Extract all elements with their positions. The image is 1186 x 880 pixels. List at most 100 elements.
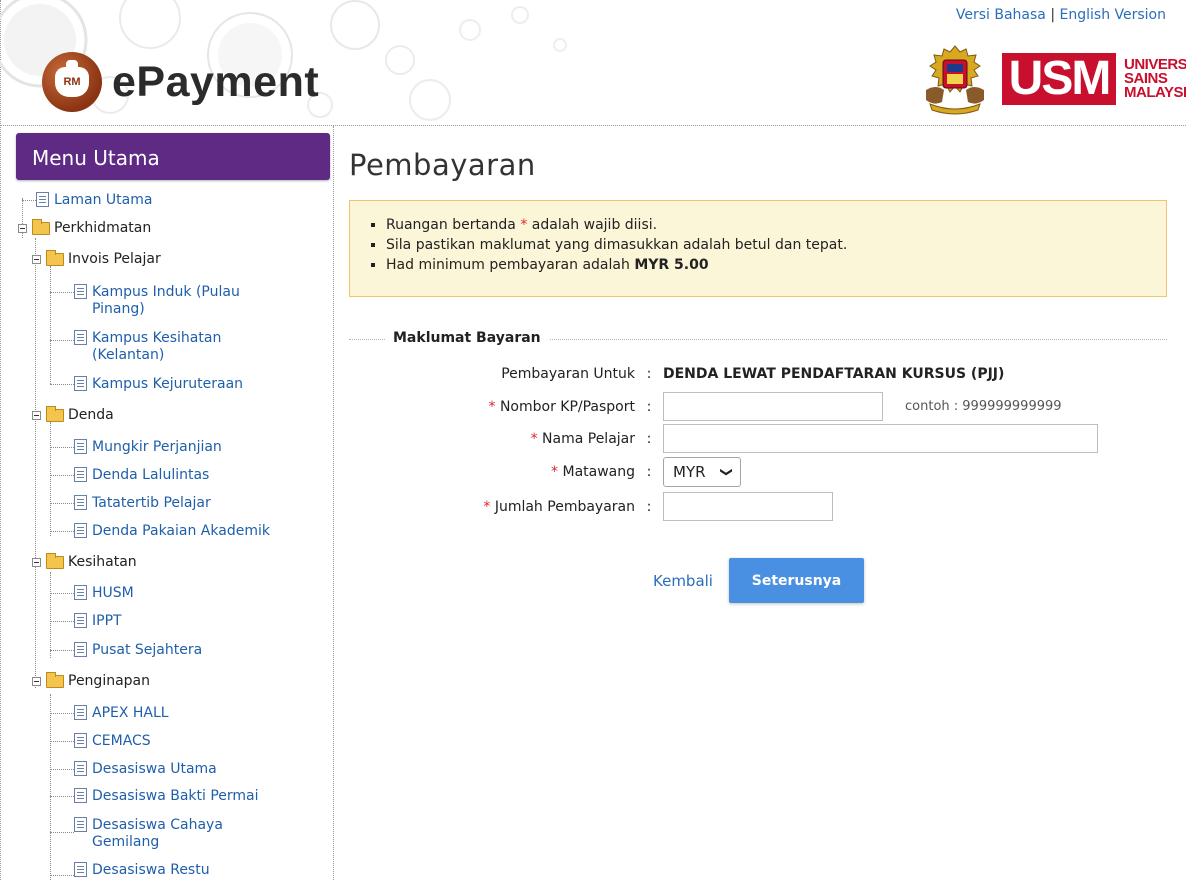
menu-link[interactable]: Desasiswa Cahaya Gemilang <box>92 817 223 851</box>
usm-mark: USM <box>1002 53 1116 105</box>
nama-pelajar-input[interactable] <box>663 424 1098 453</box>
menu-item-pusat-sejahtera[interactable]: Pusat Sejahtera <box>74 642 202 659</box>
menu-item-kampus-kesihatan[interactable]: Kampus Kesihatan (Kelantan) <box>74 330 221 364</box>
page-title: Pembayaran <box>349 148 536 182</box>
menu-link[interactable]: Denda Pakaian Akademik <box>92 523 270 540</box>
document-icon <box>74 376 87 391</box>
document-icon <box>74 705 87 720</box>
value-pembayaran-untuk: DENDA LEWAT PENDAFTARAN KURSUS (PJJ) <box>663 366 1005 382</box>
menu-item-desasiswa-restu[interactable]: Desasiswa Restu <box>74 862 210 879</box>
collapse-toggle-icon[interactable] <box>32 411 41 420</box>
notice-text: Ruangan bertanda <box>386 217 516 233</box>
site-header: RM ePayment Versi Bahasa | English Versi… <box>0 0 1186 126</box>
menu-group-label: Invois Pelajar <box>68 251 161 267</box>
menu-item-denda-pakaian-akademik[interactable]: Denda Pakaian Akademik <box>74 523 270 540</box>
matawang-selected: MYR <box>673 463 706 481</box>
required-star: * <box>551 464 559 480</box>
menu-group-denda[interactable]: Denda <box>32 406 114 424</box>
next-button[interactable]: Seterusnya <box>729 558 864 603</box>
menu-header: Menu Utama <box>16 133 330 180</box>
menu-item-ippt[interactable]: IPPT <box>74 613 122 630</box>
menu-link[interactable]: Laman Utama <box>54 192 152 209</box>
usm-logo[interactable]: USM UNIVERSITI SAINS MALAYSIA <box>916 40 1186 118</box>
collapse-toggle-icon[interactable] <box>32 255 41 264</box>
menu-link[interactable]: HUSM <box>92 585 134 602</box>
collapse-toggle-icon[interactable] <box>32 677 41 686</box>
label-matawang: * Matawang <box>335 464 635 480</box>
menu-item-desasiswa-bakti-permai[interactable]: Desasiswa Bakti Permai <box>74 788 259 805</box>
menu-link[interactable]: APEX HALL <box>92 705 169 722</box>
collapse-toggle-icon[interactable] <box>18 224 27 233</box>
label-text: Jumlah Pembayaran <box>494 498 635 515</box>
menu-group-kesihatan[interactable]: Kesihatan <box>32 553 137 571</box>
colon: : <box>646 366 652 382</box>
notice-accuracy: Sila pastikan maklumat yang dimasukkan a… <box>386 235 1166 255</box>
menu-item-apex-hall[interactable]: APEX HALL <box>74 705 169 722</box>
menu-group-invois-pelajar[interactable]: Invois Pelajar <box>32 250 161 268</box>
menu-link[interactable]: Desasiswa Restu <box>92 862 210 879</box>
menu-link[interactable]: Mungkir Perjanjian <box>92 439 222 456</box>
usm-line-3: MALAYSIA <box>1124 84 1186 101</box>
menu-link[interactable]: Tatatertib Pelajar <box>92 495 211 512</box>
menu-link[interactable]: Kampus Kesihatan (Kelantan) <box>92 330 221 364</box>
collapse-toggle-icon[interactable] <box>32 558 41 567</box>
menu-link[interactable]: CEMACS <box>92 733 151 750</box>
money-bag-icon: RM <box>42 52 102 112</box>
menu-group-penginapan[interactable]: Penginapan <box>32 672 150 690</box>
menu-item-husm[interactable]: HUSM <box>74 585 134 602</box>
notice-minimum: Had minimum pembayaran adalah MYR 5.00 <box>386 255 1166 275</box>
label-nombor-kp: * Nombor KP/Pasport <box>335 399 635 415</box>
back-button[interactable]: Kembali <box>653 572 713 590</box>
matawang-select[interactable]: MYR ❯ <box>663 457 741 487</box>
menu-item-desasiswa-utama[interactable]: Desasiswa Utama <box>74 761 217 778</box>
folder-open-icon <box>46 406 64 422</box>
lang-english-link[interactable]: English Version <box>1060 7 1166 23</box>
menu-item-tatatertib-pelajar[interactable]: Tatatertib Pelajar <box>74 495 211 512</box>
menu-link-line-1: Kampus Kesihatan <box>92 330 222 346</box>
document-icon <box>74 585 87 600</box>
menu-link[interactable]: Kampus Induk (Pulau Pinang) <box>92 284 240 318</box>
menu-item-denda-lalulintas[interactable]: Denda Lalulintas <box>74 467 209 484</box>
row-nombor-kp: * Nombor KP/Pasport : contoh : 999999999… <box>335 392 1062 421</box>
menu-item-laman-utama[interactable]: Laman Utama <box>36 192 152 209</box>
document-icon <box>74 788 87 803</box>
menu-link[interactable]: Desasiswa Utama <box>92 761 217 778</box>
label-nama-pelajar: * Nama Pelajar <box>335 431 635 447</box>
required-star: * <box>530 430 538 447</box>
document-icon <box>74 817 87 832</box>
nombor-kp-input[interactable] <box>663 392 883 421</box>
notice-text: adalah wajib diisi. <box>531 217 658 233</box>
left-border <box>0 0 2 880</box>
menu-item-desasiswa-cahaya-gemilang[interactable]: Desasiswa Cahaya Gemilang <box>74 817 223 851</box>
menu-link[interactable]: Kampus Kejuruteraan <box>92 376 243 393</box>
menu-link-line-1: Desasiswa Cahaya <box>92 817 223 833</box>
menu-link[interactable]: Denda Lalulintas <box>92 467 209 484</box>
jumlah-pembayaran-input[interactable] <box>663 492 833 521</box>
document-icon <box>74 439 87 454</box>
epayment-logo[interactable]: RM ePayment <box>42 52 319 112</box>
required-star: * <box>488 398 496 415</box>
folder-open-icon <box>46 250 64 266</box>
menu-link-line-2: (Kelantan) <box>92 347 165 363</box>
document-icon <box>74 761 87 776</box>
menu-item-cemacs[interactable]: CEMACS <box>74 733 151 750</box>
colon: : <box>646 464 652 480</box>
menu-item-kampus-induk[interactable]: Kampus Induk (Pulau Pinang) <box>74 284 240 318</box>
menu-group-perkhidmatan[interactable]: Perkhidmatan <box>18 219 152 237</box>
menu-link[interactable]: Desasiswa Bakti Permai <box>92 788 259 805</box>
menu-group-label: Denda <box>68 407 114 423</box>
menu-item-mungkir-perjanjian[interactable]: Mungkir Perjanjian <box>74 439 222 456</box>
lang-malay-link[interactable]: Versi Bahasa <box>956 7 1046 23</box>
usm-name: UNIVERSITI SAINS MALAYSIA <box>1124 57 1186 101</box>
menu-group-label: Perkhidmatan <box>54 220 152 236</box>
colon: : <box>646 430 652 447</box>
row-jumlah-pembayaran: * Jumlah Pembayaran : <box>335 492 833 521</box>
menu-link[interactable]: IPPT <box>92 613 122 630</box>
logo-text: ePayment <box>112 57 320 106</box>
nombor-kp-hint: contoh : 999999999999 <box>905 399 1062 414</box>
document-icon <box>74 495 87 510</box>
row-matawang: * Matawang : MYR ❯ <box>335 457 741 487</box>
menu-item-kampus-kejuruteraan[interactable]: Kampus Kejuruteraan <box>74 376 243 393</box>
colon: : <box>646 498 652 515</box>
menu-link[interactable]: Pusat Sejahtera <box>92 642 202 659</box>
